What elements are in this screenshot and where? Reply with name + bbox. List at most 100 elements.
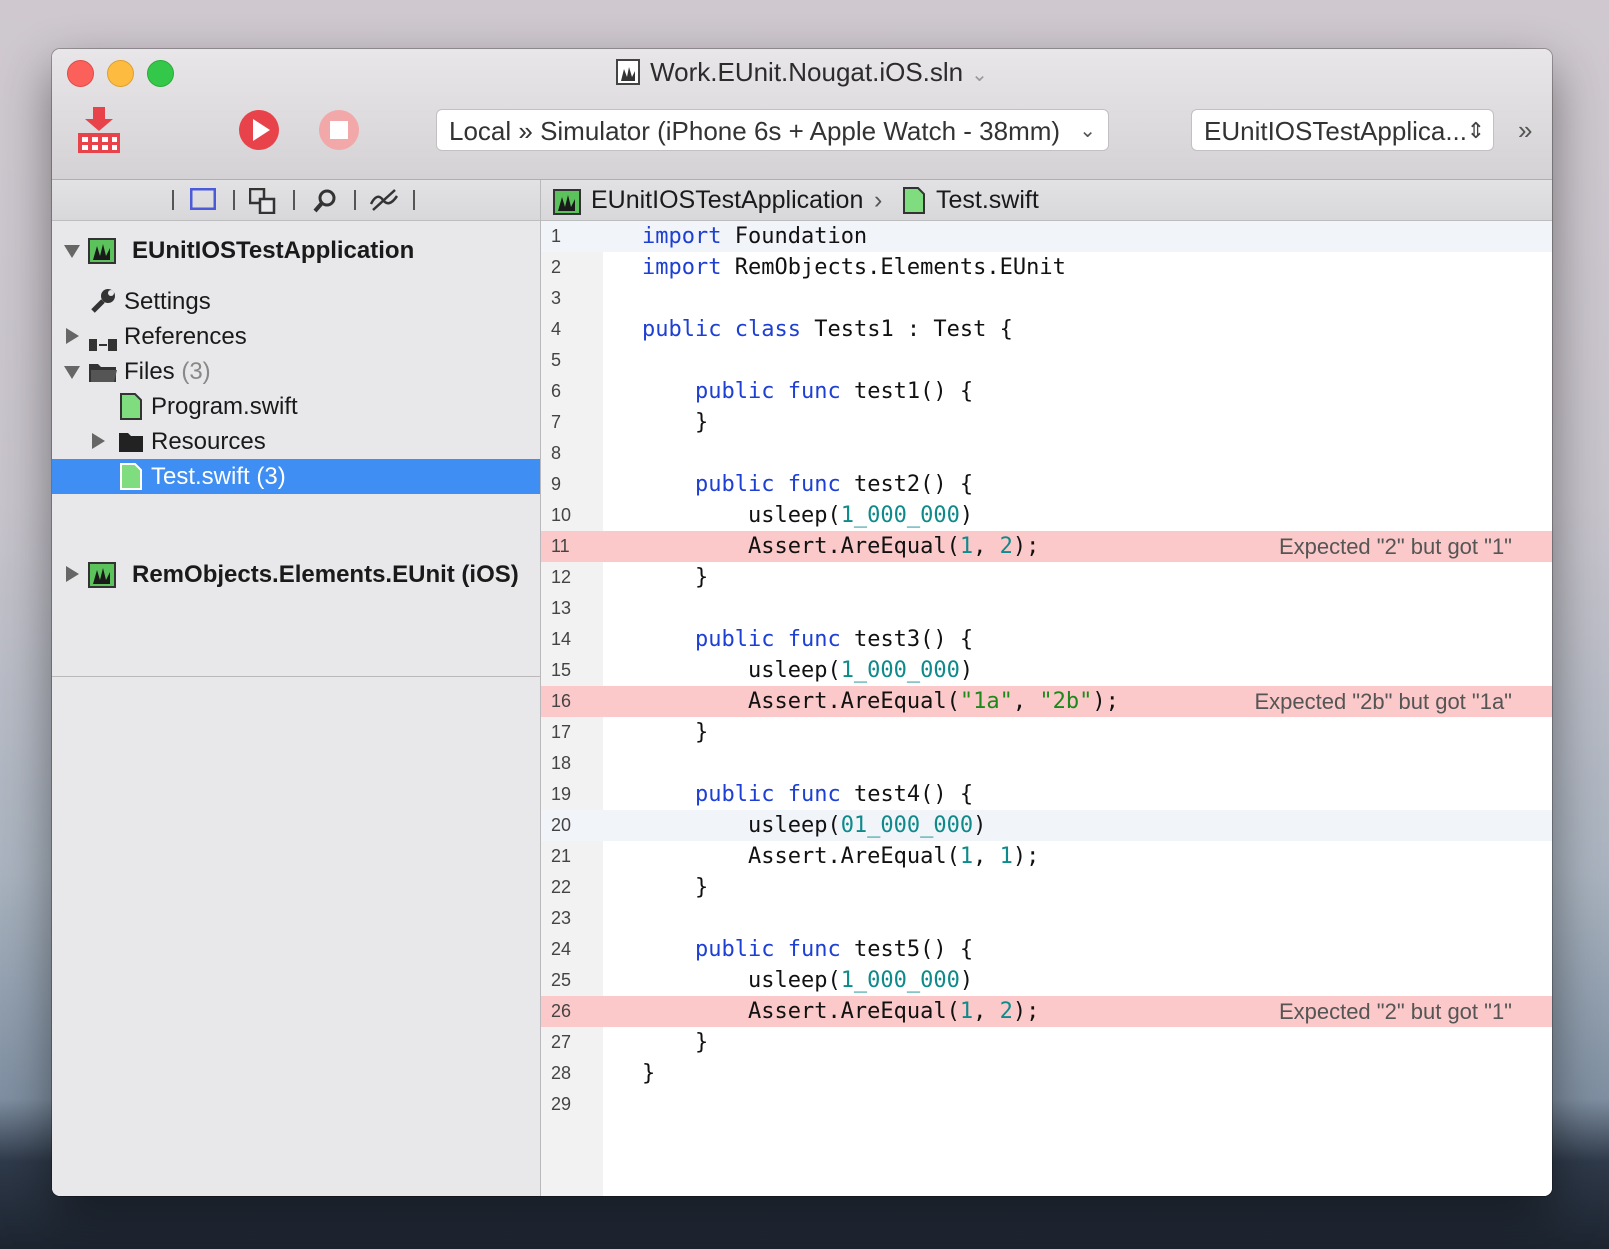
line-number: 20 bbox=[551, 815, 572, 835]
project2-name: RemObjects.Elements.EUnit (iOS) bbox=[132, 561, 519, 588]
tree-item-program-swift[interactable]: Program.swift bbox=[52, 389, 540, 424]
code-line[interactable]: 7 } bbox=[541, 407, 1552, 438]
tree-item-references[interactable]: References bbox=[52, 319, 540, 354]
title-chevron-icon[interactable]: ⌄ bbox=[971, 64, 988, 86]
code-line[interactable]: 14 public func test3() { bbox=[541, 624, 1552, 655]
line-number: 4 bbox=[551, 319, 562, 339]
line-number: 17 bbox=[551, 722, 572, 742]
sidebar-divider bbox=[52, 676, 540, 677]
tree-item-files[interactable]: Files (3) bbox=[52, 354, 540, 389]
line-number: 1 bbox=[551, 226, 562, 246]
program-swift-label: Program.swift bbox=[151, 393, 298, 420]
line-number: 23 bbox=[551, 908, 572, 928]
stop-button[interactable] bbox=[318, 109, 360, 156]
sidebar-separator bbox=[172, 190, 174, 210]
code-line[interactable]: 6 public func test1() { bbox=[541, 376, 1552, 407]
code-line-error[interactable]: 26 Assert.AreEqual(1, 2); Expected "2" bu… bbox=[541, 996, 1552, 1027]
code-line[interactable]: 28} bbox=[541, 1058, 1552, 1089]
code-line[interactable]: 18 bbox=[541, 748, 1552, 779]
tree-item-test-swift[interactable]: Test.swift (3) bbox=[52, 459, 540, 494]
sidebar-separator bbox=[233, 190, 235, 210]
toolbar-overflow-icon[interactable]: » bbox=[1518, 115, 1532, 146]
code-line[interactable]: 29 bbox=[541, 1089, 1552, 1120]
code-line[interactable]: 19 public func test4() { bbox=[541, 779, 1552, 810]
disclosure-right-icon[interactable] bbox=[66, 566, 79, 582]
line-number: 18 bbox=[551, 753, 572, 773]
files-icon[interactable] bbox=[248, 187, 277, 219]
code-line[interactable]: 15 usleep(1_000_000) bbox=[541, 655, 1552, 686]
scheme-label: Local » Simulator (iPhone 6s + Apple Wat… bbox=[449, 116, 1061, 146]
search-icon[interactable] bbox=[312, 188, 338, 219]
tree-item-project2[interactable]: RemObjects.Elements.EUnit (iOS) bbox=[52, 557, 540, 592]
code-line[interactable]: 4 public class Tests1 : Test { bbox=[541, 314, 1552, 345]
ide-window: Work.EUnit.Nougat.iOS.sln ⌄ Local » Simul… bbox=[52, 49, 1552, 1196]
disclosure-down-icon[interactable] bbox=[64, 366, 80, 379]
code-editor[interactable]: EUnitIOSTestApplication › Test.swift 1 im… bbox=[541, 180, 1552, 1196]
files-count: (3) bbox=[181, 358, 211, 385]
tree-item-resources[interactable]: Resources bbox=[52, 424, 540, 459]
jumpbar-project[interactable]: EUnitIOSTestApplication bbox=[591, 180, 863, 220]
tree-item-settings[interactable]: Settings bbox=[52, 284, 540, 319]
settings-label: Settings bbox=[124, 288, 211, 315]
window-title[interactable]: Work.EUnit.Nougat.iOS.sln ⌄ bbox=[52, 57, 1552, 92]
scheme-selector[interactable]: Local » Simulator (iPhone 6s + Apple Wat… bbox=[436, 109, 1109, 151]
line-number: 5 bbox=[551, 350, 562, 370]
build-icon[interactable] bbox=[76, 105, 122, 160]
line-number: 28 bbox=[551, 1063, 572, 1083]
code-line[interactable]: 1 import Foundation bbox=[541, 221, 1552, 252]
swift-file-icon bbox=[120, 463, 142, 500]
line-number: 7 bbox=[551, 412, 562, 432]
window-title-text: Work.EUnit.Nougat.iOS.sln bbox=[650, 57, 964, 87]
code-line[interactable]: 8 bbox=[541, 438, 1552, 469]
disclosure-right-icon[interactable] bbox=[92, 433, 105, 449]
tree-item-project[interactable]: EUnitIOSTestApplication bbox=[52, 233, 540, 268]
issues-icon[interactable] bbox=[369, 188, 399, 217]
target-selector[interactable]: EUnitIOSTestApplica... ⇕ bbox=[1191, 109, 1494, 151]
code-line[interactable]: 24 public func test5() { bbox=[541, 934, 1552, 965]
disclosure-down-icon[interactable] bbox=[64, 245, 80, 258]
code-line[interactable]: 17 } bbox=[541, 717, 1552, 748]
code-line-error[interactable]: 11 Assert.AreEqual(1, 2); Expected "2" bu… bbox=[541, 531, 1552, 562]
line-number: 21 bbox=[551, 846, 572, 866]
code-line[interactable]: 12 } bbox=[541, 562, 1552, 593]
references-label: References bbox=[124, 323, 247, 350]
project-icon[interactable] bbox=[189, 187, 217, 215]
code-line[interactable]: 23 bbox=[541, 903, 1552, 934]
sidebar-separator bbox=[354, 190, 356, 210]
line-number: 3 bbox=[551, 288, 562, 308]
jumpbar-file[interactable]: Test.swift bbox=[936, 180, 1039, 220]
line-number: 13 bbox=[551, 598, 572, 618]
line-number: 26 bbox=[551, 1001, 572, 1021]
code-line[interactable]: 5 bbox=[541, 345, 1552, 376]
line-number: 29 bbox=[551, 1094, 572, 1114]
code-line-current[interactable]: 20 usleep(01_000_000) bbox=[541, 810, 1552, 841]
line-number: 16 bbox=[551, 691, 572, 711]
code-line[interactable]: 22 } bbox=[541, 872, 1552, 903]
run-button[interactable] bbox=[238, 109, 280, 156]
disclosure-right-icon[interactable] bbox=[66, 328, 79, 344]
line-number: 2 bbox=[551, 257, 562, 277]
line-number: 15 bbox=[551, 660, 572, 680]
code-line[interactable]: 2 import RemObjects.Elements.EUnit bbox=[541, 252, 1552, 283]
code-line[interactable]: 25 usleep(1_000_000) bbox=[541, 965, 1552, 996]
code-line[interactable]: 3 bbox=[541, 283, 1552, 314]
code-line-error[interactable]: 16 Assert.AreEqual("1a", "2b"); Expected … bbox=[541, 686, 1552, 717]
up-down-chevron-icon: ⇕ bbox=[1466, 118, 1485, 143]
sidebar-separator bbox=[293, 190, 295, 210]
project-icon bbox=[88, 238, 116, 274]
code-line[interactable]: 13 bbox=[541, 593, 1552, 624]
line-number: 25 bbox=[551, 970, 572, 990]
target-label: EUnitIOSTestApplica... bbox=[1204, 116, 1467, 146]
error-message: Expected "2" but got "1" bbox=[1278, 999, 1512, 1024]
code-line[interactable]: 9 public func test2() { bbox=[541, 469, 1552, 500]
code-line[interactable]: 21 Assert.AreEqual(1, 1); bbox=[541, 841, 1552, 872]
line-number: 14 bbox=[551, 629, 572, 649]
code-line[interactable]: 27 } bbox=[541, 1027, 1552, 1058]
line-number: 6 bbox=[551, 381, 562, 401]
line-number: 19 bbox=[551, 784, 572, 804]
sidebar-toolbar bbox=[52, 180, 540, 221]
solution-file-icon bbox=[616, 59, 641, 92]
test-swift-label: Test.swift (3) bbox=[151, 463, 286, 490]
jump-bar: EUnitIOSTestApplication › Test.swift bbox=[541, 180, 1552, 221]
code-line[interactable]: 10 usleep(1_000_000) bbox=[541, 500, 1552, 531]
